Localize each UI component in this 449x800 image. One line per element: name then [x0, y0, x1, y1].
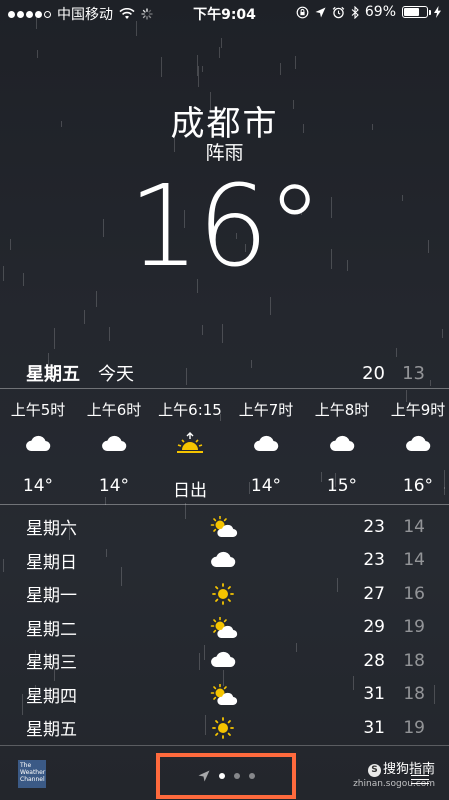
hour-time: 上午6:15 — [158, 401, 222, 419]
daily-row: 星期一 27 16 — [0, 577, 449, 611]
daily-row: 星期六 23 14 — [0, 510, 449, 544]
hour-value: 15° — [326, 476, 358, 496]
day-low: 19 — [403, 617, 425, 638]
page-dot[interactable] — [218, 773, 225, 779]
cloud-icon — [210, 650, 238, 672]
daily-row: 星期二 29 19 — [0, 611, 449, 645]
page-dot[interactable] — [233, 773, 240, 779]
current-condition: 阵雨 — [205, 142, 244, 164]
hour-time: 上午5时 — [10, 401, 66, 419]
day-name: 星期五 — [26, 720, 77, 741]
page-dot[interactable] — [248, 773, 255, 779]
day-low: 16 — [403, 583, 425, 604]
cloud-icon — [228, 423, 304, 463]
day-high: 28 — [363, 650, 385, 671]
hourly-item: 上午6时 14° — [76, 390, 152, 496]
hour-value: 14° — [98, 476, 130, 496]
hour-time: 上午6时 — [86, 401, 142, 419]
day-high: 27 — [363, 583, 385, 604]
weather-channel-logo[interactable]: The Weather Channel — [18, 760, 46, 788]
hourly-item: 上午6:15 日出 — [152, 390, 228, 501]
cloud-icon — [210, 550, 238, 572]
cloud-icon — [304, 423, 380, 463]
partly-cloudy-icon — [210, 683, 238, 706]
day-name: 星期三 — [26, 653, 77, 674]
partly-cloudy-icon — [210, 515, 238, 538]
sun-icon — [210, 583, 238, 605]
hour-value: 日出 — [173, 481, 207, 501]
charging-bolt-icon — [434, 6, 441, 18]
day-high: 29 — [363, 617, 385, 638]
location-arrow-icon — [315, 7, 326, 17]
day-low: 14 — [403, 550, 425, 571]
hour-time: 上午9时 — [390, 401, 446, 419]
divider — [0, 388, 449, 389]
day-high: 31 — [363, 684, 385, 705]
daily-row: 星期四 31 18 — [0, 678, 449, 712]
bottom-toolbar: The Weather Channel S 搜狗指南 zhinan.sogou.c… — [0, 746, 449, 800]
day-low: 14 — [403, 516, 425, 537]
day-low: 18 — [403, 684, 425, 705]
day-name: 星期四 — [26, 686, 77, 707]
sunrise-icon — [152, 423, 228, 463]
day-high: 23 — [363, 550, 385, 571]
battery-percent: 69% — [364, 4, 396, 20]
day-name: 星期日 — [26, 552, 77, 573]
today-high: 20 — [362, 362, 385, 384]
day-high: 23 — [363, 516, 385, 537]
hourly-item: 上午9时 16° — [380, 390, 449, 496]
bluetooth-icon — [351, 5, 359, 19]
hour-value: 14° — [250, 476, 282, 496]
today-low: 13 — [402, 362, 425, 384]
current-temperature: 16° — [128, 162, 323, 292]
day-low: 18 — [403, 650, 425, 671]
location-arrow-icon — [198, 770, 209, 782]
hour-time: 上午7时 — [238, 401, 294, 419]
cloud-icon — [380, 423, 449, 463]
hourly-item: 上午8时 15° — [304, 390, 380, 496]
status-bar: 中国移动 下午9:04 69% — [0, 0, 449, 26]
today-label: 今天 — [98, 364, 134, 385]
sogou-logo-icon: S — [367, 764, 381, 777]
day-high: 31 — [363, 717, 385, 738]
cloud-icon — [0, 423, 76, 463]
daily-row: 星期日 23 14 — [0, 544, 449, 578]
page-indicator[interactable] — [156, 753, 296, 799]
alarm-icon — [332, 6, 345, 18]
hour-value: 16° — [402, 476, 434, 496]
hourly-item: 上午5时 14° — [0, 390, 76, 496]
divider — [0, 504, 449, 505]
day-low: 19 — [403, 717, 425, 738]
orientation-lock-icon — [296, 6, 309, 18]
hourly-forecast[interactable]: 上午5时 14° 上午6时 14° 上午6:15 日出 上午7时 14° 上午8时 15… — [0, 390, 449, 502]
day-name: 星期二 — [26, 619, 77, 640]
sun-icon — [210, 717, 238, 739]
battery-icon — [402, 6, 431, 18]
daily-forecast[interactable]: 星期六 23 14 星期日 23 14 星期一 27 16 星期二 29 19 星期三 … — [0, 510, 449, 745]
day-name: 星期六 — [26, 519, 77, 540]
partly-cloudy-icon — [210, 616, 238, 639]
daily-row: 星期三 28 18 — [0, 644, 449, 678]
hourly-item: 上午7时 14° — [228, 390, 304, 496]
today-day: 星期五 — [26, 364, 80, 385]
day-name: 星期一 — [26, 586, 77, 607]
daily-row: 星期五 31 19 — [0, 711, 449, 745]
cloud-icon — [76, 423, 152, 463]
today-summary-row: 星期五 今天 20 13 — [26, 360, 425, 386]
hour-time: 上午8时 — [314, 401, 370, 419]
city-list-icon[interactable] — [411, 772, 429, 787]
hour-value: 14° — [22, 476, 54, 496]
